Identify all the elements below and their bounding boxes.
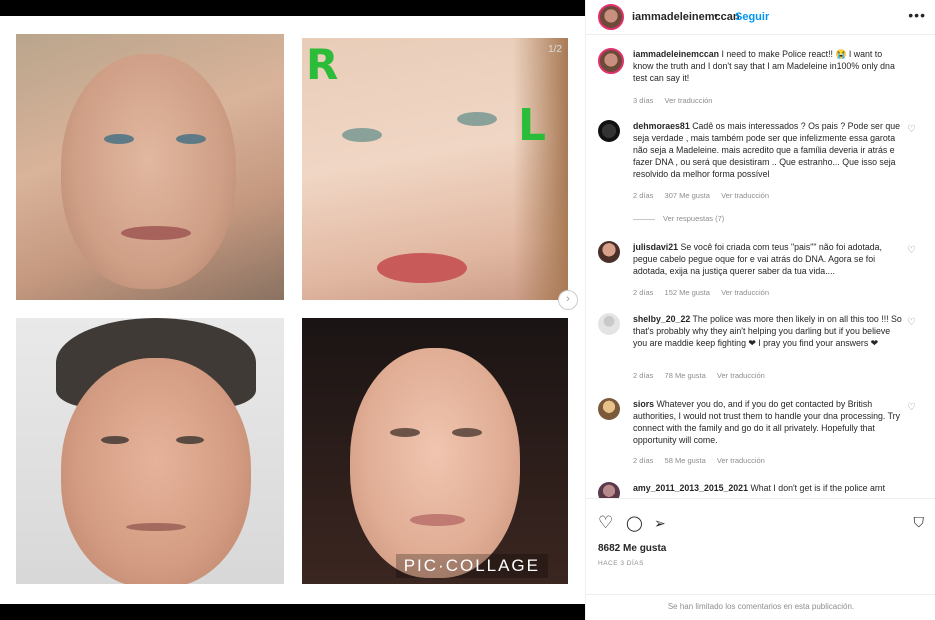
- comment-item: siors Whatever you do, and if you do get…: [598, 398, 916, 468]
- post-header: iammadeleinemccan • Seguir •••: [586, 0, 935, 35]
- comment-translate-link[interactable]: Ver traducción: [721, 191, 769, 200]
- author-username[interactable]: iammadeleinemccan: [632, 11, 740, 23]
- commenter-avatar[interactable]: [598, 398, 620, 420]
- more-options-icon[interactable]: •••: [908, 7, 926, 23]
- comment-username[interactable]: shelby_20_22: [633, 314, 690, 324]
- post-media: R L 1/2 PIC·COLLAGE ›: [0, 0, 585, 620]
- comment-likes[interactable]: 58 Me gusta: [665, 456, 706, 465]
- likes-count[interactable]: 8682 Me gusta: [598, 543, 666, 554]
- comment-translate-link[interactable]: Ver traducción: [721, 288, 769, 297]
- like-comment-icon[interactable]: ♡: [907, 402, 916, 413]
- comment-text: Whatever you do, and if you do get conta…: [633, 399, 900, 445]
- pic-collage-watermark: PIC·COLLAGE: [395, 554, 548, 578]
- comment-likes[interactable]: 152 Me gusta: [665, 288, 710, 297]
- view-replies-link[interactable]: Ver respuestas (7): [633, 214, 724, 223]
- comment-time: 2 días: [633, 191, 654, 200]
- comment-username[interactable]: julisdavi21: [633, 242, 678, 252]
- caption-avatar[interactable]: [598, 48, 624, 74]
- commenter-avatar[interactable]: [598, 241, 620, 263]
- comments-limited-notice: Se han limitado los comentarios en esta …: [586, 594, 935, 619]
- like-comment-icon[interactable]: ♡: [907, 245, 916, 256]
- comment-translate-link[interactable]: Ver traducción: [717, 371, 765, 380]
- collage-photo-girl: PIC·COLLAGE: [302, 318, 568, 584]
- comment-time: 2 días: [633, 456, 654, 465]
- collage-photo-woman: [16, 34, 284, 300]
- image-counter: 1/2: [548, 44, 562, 55]
- annotation-l: L: [518, 100, 547, 151]
- comment-item: dehmoraes81 Cadê os mais interessados ? …: [598, 120, 916, 230]
- posted-time: HACE 3 DÍAS: [598, 560, 644, 567]
- collage-photo-man: [16, 318, 284, 584]
- post-sidebar: iammadeleinemccan • Seguir ••• iammadele…: [585, 0, 935, 620]
- post-actions: ♡ ◯ ➢ ⛉ 8682 Me gusta HACE 3 DÍAS Se han…: [586, 498, 935, 619]
- comment-text: What I don't get is if the police arnt: [750, 483, 886, 493]
- like-heart-icon[interactable]: ♡: [598, 513, 613, 533]
- annotation-r: R: [306, 40, 339, 89]
- commenter-avatar[interactable]: [598, 482, 620, 498]
- photo-collage: R L 1/2 PIC·COLLAGE: [0, 16, 585, 604]
- comment-time: 2 días: [633, 288, 654, 297]
- caption-username[interactable]: iammadeleinemccan: [633, 49, 719, 59]
- commenter-avatar[interactable]: [598, 120, 620, 142]
- comment-likes[interactable]: 78 Me gusta: [665, 371, 706, 380]
- like-comment-icon[interactable]: ♡: [907, 317, 916, 328]
- author-avatar[interactable]: [598, 4, 624, 30]
- caption-time: 3 días: [633, 96, 654, 105]
- comment-username[interactable]: dehmoraes81: [633, 121, 690, 131]
- comment-item: shelby_20_22 The police was more then li…: [598, 313, 916, 383]
- collage-photo-girl-closeup: R L 1/2: [302, 38, 568, 300]
- comments-list: iammadeleinemccan I need to make Police …: [586, 35, 935, 498]
- like-comment-icon[interactable]: ♡: [907, 124, 916, 135]
- follow-button[interactable]: Seguir: [735, 11, 769, 23]
- comment-likes[interactable]: 307 Me gusta: [665, 191, 710, 200]
- comment-time: 2 días: [633, 371, 654, 380]
- comment-bubble-icon[interactable]: ◯: [626, 514, 643, 532]
- next-image-button[interactable]: ›: [558, 290, 578, 310]
- commenter-avatar[interactable]: [598, 313, 620, 335]
- comment-username[interactable]: amy_2011_2013_2015_2021: [633, 483, 748, 493]
- comment-translate-link[interactable]: Ver traducción: [717, 456, 765, 465]
- comment-username[interactable]: siors: [633, 399, 654, 409]
- save-bookmark-icon[interactable]: ⛉: [914, 514, 925, 531]
- comment-item: julisdavi21 Se você foi criada com teus …: [598, 241, 916, 301]
- share-send-icon[interactable]: ➢: [654, 515, 666, 532]
- comment-item: amy_2011_2013_2015_2021 What I don't get…: [598, 482, 916, 498]
- caption-translate-link[interactable]: Ver traducción: [665, 96, 713, 105]
- post-caption: iammadeleinemccan I need to make Police …: [598, 48, 916, 118]
- separator-dot: •: [714, 10, 718, 22]
